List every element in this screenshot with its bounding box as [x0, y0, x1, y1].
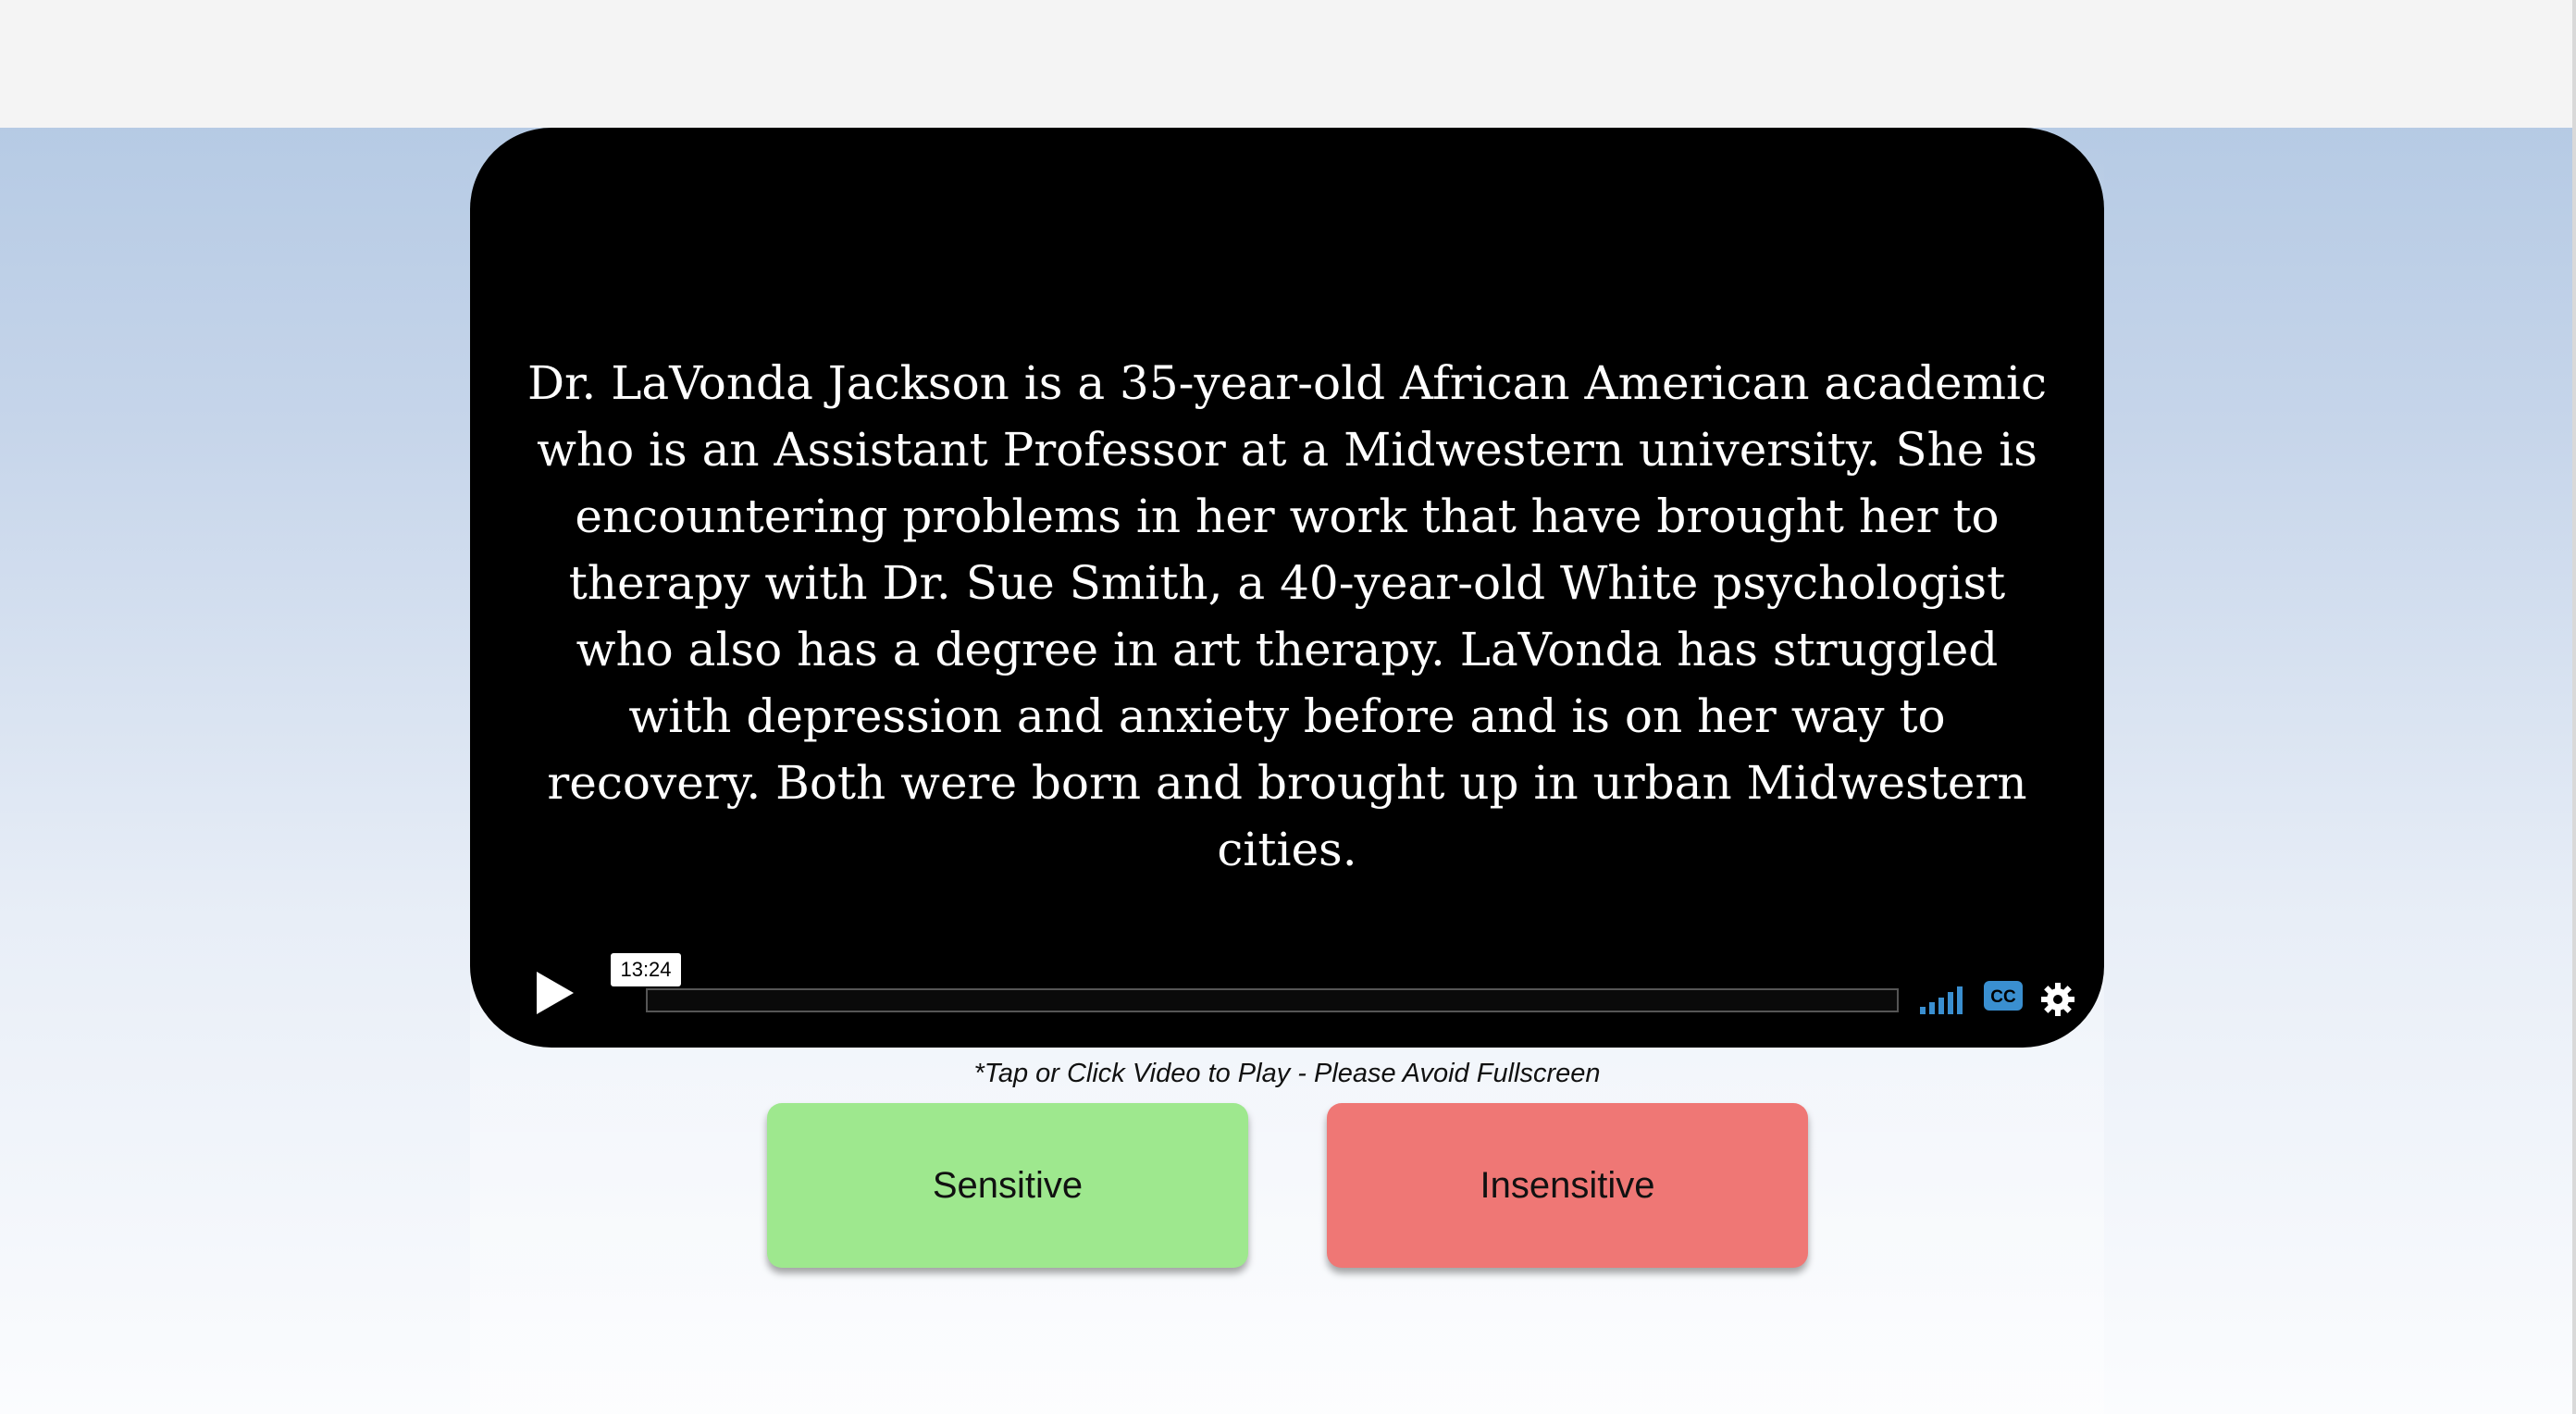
- play-icon: [537, 972, 574, 1014]
- play-button[interactable]: [531, 968, 577, 1018]
- scrollbar[interactable]: [2572, 0, 2576, 1414]
- video-instructions: *Tap or Click Video to Play - Please Avo…: [973, 1059, 1601, 1088]
- cc-icon[interactable]: CC: [1984, 981, 2023, 1011]
- insensitive-button[interactable]: Insensitive: [1327, 1103, 1808, 1268]
- video-description-text: Dr. LaVonda Jackson is a 35-year-old Afr…: [526, 356, 2048, 876]
- top-bar: [0, 0, 2576, 128]
- gear-icon[interactable]: [2039, 981, 2076, 1018]
- progress-bar[interactable]: [646, 988, 1899, 1012]
- video-player[interactable]: Dr. LaVonda Jackson is a 35-year-old Afr…: [470, 128, 2104, 1048]
- sensitive-button[interactable]: Sensitive: [767, 1103, 1248, 1268]
- cc-label: CC: [1990, 987, 2016, 1007]
- time-tooltip: 13:24: [611, 953, 681, 986]
- volume-bars-icon[interactable]: [1918, 985, 1966, 1014]
